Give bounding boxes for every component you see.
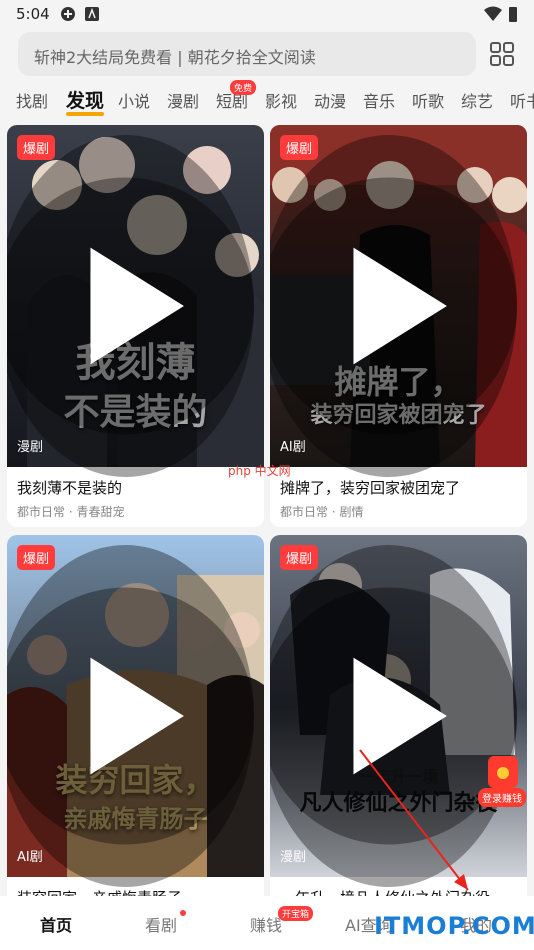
card-tags: 都市日常 · 青春甜宠 (17, 505, 125, 519)
tab-comic-drama[interactable]: 漫剧 (167, 88, 199, 112)
nav-watch-dot (180, 910, 186, 916)
play-icon[interactable] (7, 545, 254, 887)
tab-listen-song[interactable]: 听歌 (412, 88, 444, 112)
app-a-icon (85, 7, 99, 21)
card-title: 我刻薄不是装的 (17, 479, 123, 497)
tab-music[interactable]: 音乐 (363, 88, 395, 112)
red-arrow-annotation (359, 749, 469, 891)
active-tab-indicator (66, 112, 104, 116)
hot-badge: 爆剧 (280, 545, 319, 570)
play-icon[interactable] (270, 135, 517, 477)
play-icon[interactable] (7, 135, 254, 477)
search-bar[interactable]: 斩神2大结局免费看 | 朝花夕拾全文阅读 (18, 32, 476, 76)
nav-home[interactable]: 首页 (40, 912, 72, 936)
tab-novel[interactable]: 小说 (118, 88, 150, 112)
status-time: 5:04 (16, 5, 50, 23)
watermark-itmop: ITMOP.COM (374, 912, 534, 940)
treasure-badge: 开宝箱 (278, 906, 314, 921)
tab-film[interactable]: 影视 (265, 88, 297, 112)
tab-find[interactable]: 找剧 (16, 88, 48, 112)
hot-badge: 爆剧 (280, 135, 319, 160)
tab-audiobook[interactable]: 听书 (510, 88, 534, 112)
free-badge: 免费 (230, 80, 257, 95)
drama-card[interactable]: 我刻薄 不是装的 爆剧 漫剧 我刻薄不是装的 都市日常 · 青春甜宠 (7, 125, 264, 527)
wifi-icon (484, 6, 502, 21)
genre-label: AI剧 (17, 850, 43, 865)
red-envelope-icon (488, 756, 518, 788)
tab-discover[interactable]: 发现 (66, 86, 104, 113)
tab-variety[interactable]: 综艺 (461, 88, 493, 112)
genre-label: 漫剧 (17, 440, 44, 455)
card-tags: 都市日常 · 剧情 (280, 505, 364, 519)
hot-badge: 爆剧 (17, 545, 56, 570)
battery-icon (509, 7, 517, 22)
genre-label: AI剧 (280, 440, 306, 455)
card-cover: 摊牌了， 装穷回家被团宠了 爆剧 AI剧 (270, 125, 527, 477)
grid-menu-icon[interactable] (486, 38, 518, 70)
watermark-php: php 中文网 (228, 464, 291, 478)
card-cover: 我刻薄 不是装的 爆剧 漫剧 (7, 125, 264, 477)
search-placeholder: 斩神2大结局免费看 | 朝花夕拾全文阅读 (34, 48, 316, 67)
category-tabs: 找剧 发现 小说 漫剧 短剧 影视 动漫 音乐 听歌 综艺 听书 (0, 80, 534, 120)
hot-badge: 爆剧 (17, 135, 56, 160)
tab-anime[interactable]: 动漫 (314, 88, 346, 112)
nav-watch[interactable]: 看剧 (145, 912, 177, 936)
card-cover: 装穷回家， 亲戚悔青肠子 爆剧 AI剧 (7, 535, 264, 887)
drama-card[interactable]: 装穷回家， 亲戚悔青肠子 爆剧 AI剧 装穷回家，亲戚悔青肠子 (7, 535, 264, 905)
drama-card[interactable]: 摊牌了， 装穷回家被团宠了 爆剧 AI剧 摊牌了，装穷回家被团宠了 都市日常 ·… (270, 125, 527, 527)
status-bar: 5:04 (0, 0, 534, 28)
app-notification-icon (61, 7, 75, 21)
card-title: 摊牌了，装穷回家被团宠了 (280, 479, 461, 497)
genre-label: 漫剧 (280, 850, 307, 865)
